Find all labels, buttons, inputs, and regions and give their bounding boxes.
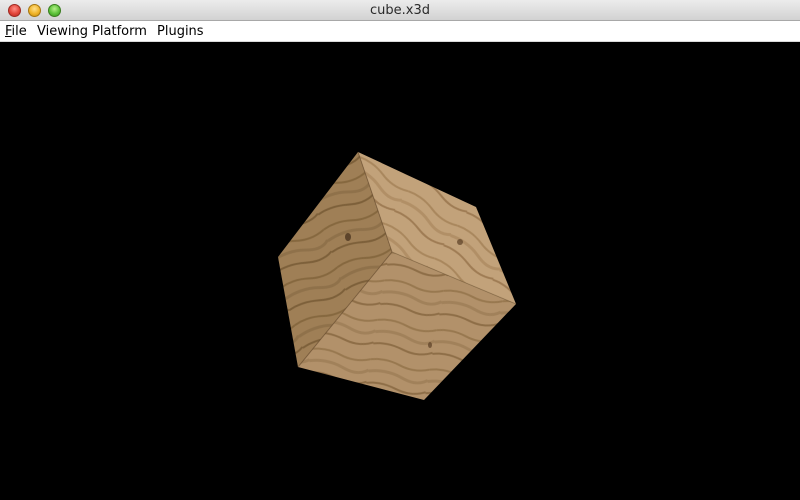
menu-file-label: ile [11, 24, 27, 39]
menu-bar: File Viewing Platform Plugins [0, 21, 800, 42]
title-bar[interactable]: cube.x3d [0, 0, 800, 21]
application-window: cube.x3d File Viewing Platform Plugins [0, 0, 800, 500]
scene-canvas [278, 151, 517, 400]
menu-viewing-platform[interactable]: Viewing Platform [37, 21, 147, 41]
3d-viewport[interactable] [0, 42, 800, 500]
menu-file[interactable]: File [5, 21, 27, 41]
window-title: cube.x3d [370, 3, 430, 18]
menu-plugins[interactable]: Plugins [157, 21, 204, 41]
